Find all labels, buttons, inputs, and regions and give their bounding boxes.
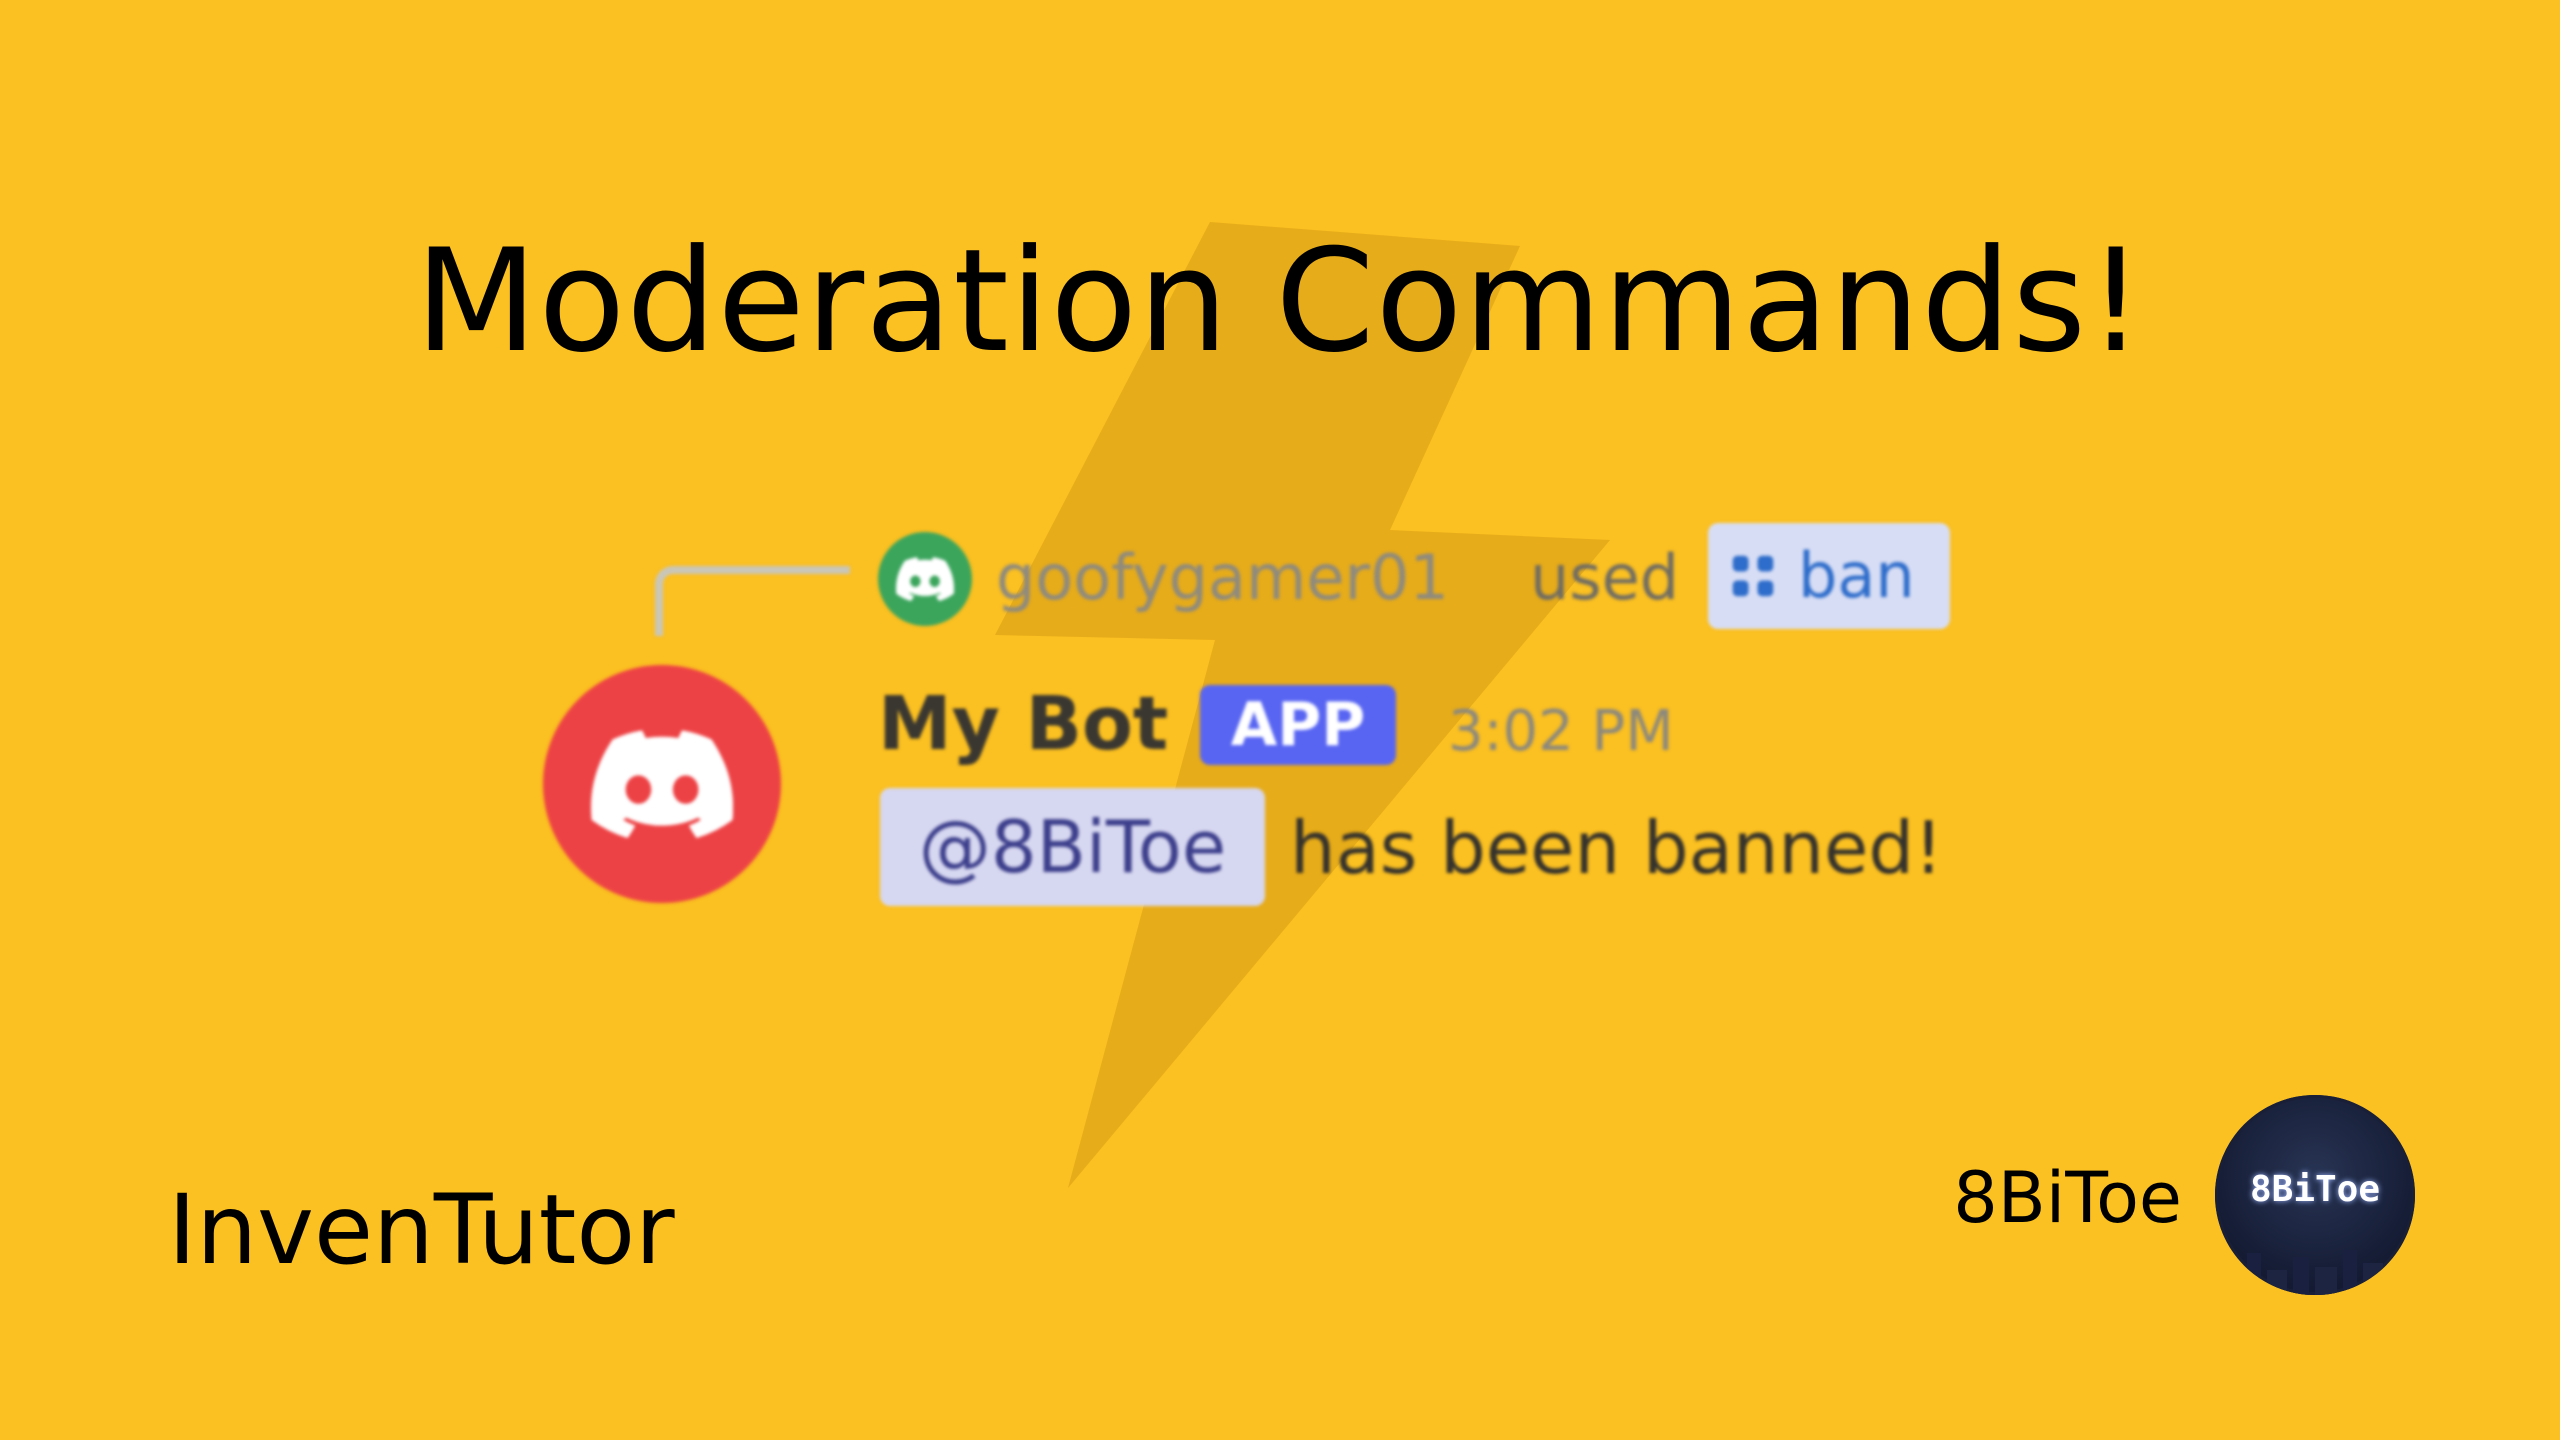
user-mention[interactable]: @8BiToe — [880, 788, 1265, 906]
reply-verb: used — [1530, 541, 1680, 614]
slash-command-grid-icon — [1732, 555, 1774, 597]
channel-avatar-text: 8BiToe — [2249, 1169, 2381, 1210]
channel-avatar: 8BiToe — [2215, 1095, 2415, 1295]
reply-avatar[interactable] — [878, 532, 972, 626]
bot-username[interactable]: My Bot — [878, 676, 1168, 772]
city-skyline-icon — [2225, 1250, 2405, 1295]
reply-username[interactable]: goofygamer01 — [996, 536, 1449, 620]
discord-logo-icon — [591, 730, 733, 838]
reply-connector — [655, 566, 850, 636]
message-content: has been banned! — [1290, 806, 1943, 890]
channel-name: 8BiToe — [1953, 1157, 2182, 1239]
message-timestamp[interactable]: 3:02 PM — [1448, 692, 1674, 772]
command-name: ban — [1798, 539, 1915, 612]
discord-logo-icon — [896, 557, 954, 601]
app-badge: APP — [1200, 685, 1396, 765]
bot-avatar[interactable] — [543, 665, 781, 903]
command-mention[interactable]: ban — [1708, 523, 1950, 629]
brand-name-left: InvenTutor — [168, 1174, 675, 1286]
